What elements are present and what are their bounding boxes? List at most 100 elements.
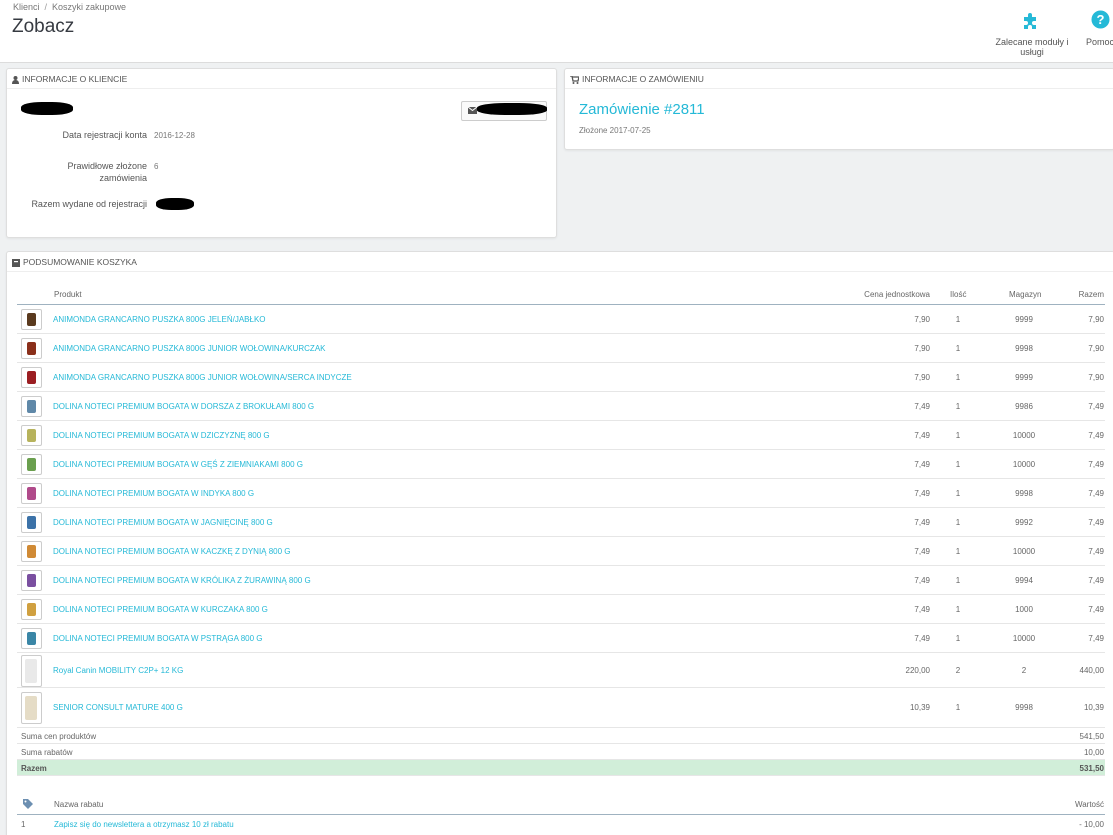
col-qty: Ilość: [950, 290, 967, 299]
product-thumbnail[interactable]: [21, 483, 42, 504]
col-unit-price: Cena jednostkowa: [864, 290, 930, 299]
product-stock: 10000: [1012, 547, 1036, 556]
product-total: 7,49: [1088, 431, 1104, 440]
product-total: 7,49: [1088, 605, 1104, 614]
product-thumbnail[interactable]: [21, 655, 42, 687]
product-unit-price: 7,90: [914, 373, 930, 382]
page-header: Klienci / Koszyki zakupowe Zobacz Zalecane…: [0, 0, 1113, 63]
product-stock: 9986: [1015, 402, 1033, 411]
product-quantity: 1: [955, 431, 961, 440]
grand-total-label: Razem: [21, 764, 47, 773]
redacted-total-spent: [156, 198, 194, 210]
product-thumbnail[interactable]: [21, 309, 42, 330]
product-total: 7,49: [1088, 460, 1104, 469]
order-placed-date: Złożone 2017-07-25: [579, 126, 651, 135]
product-name-link[interactable]: ANIMONDA GRANCARNO PUSZKA 800G JELEŃ/JAB…: [53, 315, 266, 324]
product-quantity: 1: [955, 576, 961, 585]
product-image: [27, 487, 36, 500]
product-quantity: 1: [955, 605, 961, 614]
cart-rows: ANIMONDA GRANCARNO PUSZKA 800G JELEŃ/JAB…: [17, 305, 1105, 728]
product-image: [27, 603, 36, 616]
sum-discounts-label: Suma rabatów: [21, 748, 73, 757]
product-thumbnail[interactable]: [21, 454, 42, 475]
cart-product-row: ANIMONDA GRANCARNO PUSZKA 800G JELEŃ/JAB…: [17, 305, 1105, 334]
product-total: 440,00: [1079, 666, 1104, 675]
tag-icon: [23, 799, 33, 809]
product-thumbnail[interactable]: [21, 367, 42, 388]
product-image: [27, 574, 36, 587]
product-name-link[interactable]: Royal Canin MOBILITY C2P+ 12 KG: [53, 666, 183, 675]
product-stock: 9992: [1015, 518, 1033, 527]
order-panel-title: INFORMACJE O ZAMÓWIENIU: [582, 74, 704, 84]
cart-product-row: DOLINA NOTECI PREMIUM BOGATA W INDYKA 80…: [17, 479, 1105, 508]
product-name-link[interactable]: DOLINA NOTECI PREMIUM BOGATA W KRÓLIKA Z…: [53, 576, 311, 585]
total-spent-label: Razem wydane od rejestracji: [31, 199, 147, 209]
product-image: [27, 342, 36, 355]
product-unit-price: 7,49: [914, 489, 930, 498]
customer-info-panel: INFORMACJE O KLIENCIE Data rejestracji k…: [6, 68, 557, 238]
product-thumbnail[interactable]: [21, 628, 42, 649]
product-thumbnail[interactable]: [21, 599, 42, 620]
envelope-icon: [468, 107, 477, 114]
product-name-link[interactable]: DOLINA NOTECI PREMIUM BOGATA W KACZKĘ Z …: [53, 547, 291, 556]
product-stock: 9998: [1015, 703, 1033, 712]
product-thumbnail[interactable]: [21, 396, 42, 417]
product-stock: 10000: [1012, 634, 1036, 643]
product-image: [27, 400, 36, 413]
order-info-panel: INFORMACJE O ZAMÓWIENIU Zamówienie #2811…: [564, 68, 1113, 150]
recommended-modules-label: Zalecane moduły i usługi: [995, 37, 1069, 57]
cart-icon: [570, 75, 579, 84]
product-unit-price: 7,49: [914, 402, 930, 411]
cart-product-row: ANIMONDA GRANCARNO PUSZKA 800G JUNIOR WO…: [17, 363, 1105, 392]
product-image: [27, 545, 36, 558]
product-quantity: 1: [955, 344, 961, 353]
cart-product-row: DOLINA NOTECI PREMIUM BOGATA W PSTRĄGA 8…: [17, 624, 1105, 653]
product-name-link[interactable]: DOLINA NOTECI PREMIUM BOGATA W PSTRĄGA 8…: [53, 634, 263, 643]
product-image: [27, 371, 36, 384]
order-link[interactable]: Zamówienie #2811: [579, 101, 705, 118]
product-name-link[interactable]: DOLINA NOTECI PREMIUM BOGATA W KURCZAKA …: [53, 605, 268, 614]
help-button[interactable]: ? Pomoc: [1086, 10, 1113, 47]
product-thumbnail[interactable]: [21, 541, 42, 562]
discount-name-link[interactable]: Zapisz się do newslettera a otrzymasz 10…: [54, 820, 234, 829]
product-name-link[interactable]: DOLINA NOTECI PREMIUM BOGATA W INDYKA 80…: [53, 489, 254, 498]
product-total: 10,39: [1083, 703, 1104, 712]
product-unit-price: 7,49: [914, 634, 930, 643]
recommended-modules-button[interactable]: Zalecane moduły i usługi: [985, 10, 1079, 57]
breadcrumb-carts[interactable]: Koszyki zakupowe: [52, 2, 126, 12]
product-thumbnail[interactable]: [21, 512, 42, 533]
product-stock: 10000: [1012, 460, 1036, 469]
product-quantity: 1: [955, 489, 961, 498]
product-thumbnail[interactable]: [21, 692, 42, 724]
customer-panel-title: INFORMACJE O KLIENCIE: [22, 74, 128, 84]
product-quantity: 1: [955, 518, 961, 527]
product-unit-price: 7,49: [914, 518, 930, 527]
product-name-link[interactable]: SENIOR CONSULT MATURE 400 G: [53, 703, 183, 712]
product-image: [25, 659, 37, 683]
cart-product-row: DOLINA NOTECI PREMIUM BOGATA W KACZKĘ Z …: [17, 537, 1105, 566]
product-quantity: 1: [955, 373, 961, 382]
product-name-link[interactable]: DOLINA NOTECI PREMIUM BOGATA W DZICZYZNĘ…: [53, 431, 270, 440]
product-thumbnail[interactable]: [21, 570, 42, 591]
svg-text:?: ?: [1097, 12, 1105, 27]
discounts-table: Nazwa rabatu Wartość 1 Zapisz się do new…: [17, 794, 1105, 831]
breadcrumb-customers[interactable]: Klienci: [13, 2, 40, 12]
product-stock: 2: [1021, 666, 1027, 675]
puzzle-icon: [1024, 13, 1036, 29]
product-name-link[interactable]: ANIMONDA GRANCARNO PUSZKA 800G JUNIOR WO…: [53, 344, 325, 353]
product-thumbnail[interactable]: [21, 338, 42, 359]
product-stock: 1000: [1015, 605, 1033, 614]
valid-orders-label-line2: zamówienia: [99, 173, 147, 183]
product-unit-price: 7,49: [914, 605, 930, 614]
product-name-link[interactable]: ANIMONDA GRANCARNO PUSZKA 800G JUNIOR WO…: [53, 373, 352, 382]
redacted-customer-name: [21, 102, 73, 115]
product-unit-price: 220,00: [905, 666, 930, 675]
product-stock: 9999: [1015, 373, 1033, 382]
product-unit-price: 7,90: [914, 344, 930, 353]
product-name-link[interactable]: DOLINA NOTECI PREMIUM BOGATA W JAGNIĘCIN…: [53, 518, 273, 527]
product-name-link[interactable]: DOLINA NOTECI PREMIUM BOGATA W GĘŚ Z ZIE…: [53, 460, 303, 469]
sum-products-value: 541,50: [1079, 732, 1104, 741]
product-name-link[interactable]: DOLINA NOTECI PREMIUM BOGATA W DORSZA Z …: [53, 402, 314, 411]
cart-panel-title: PODSUMOWANIE KOSZYKA: [23, 257, 137, 267]
product-thumbnail[interactable]: [21, 425, 42, 446]
